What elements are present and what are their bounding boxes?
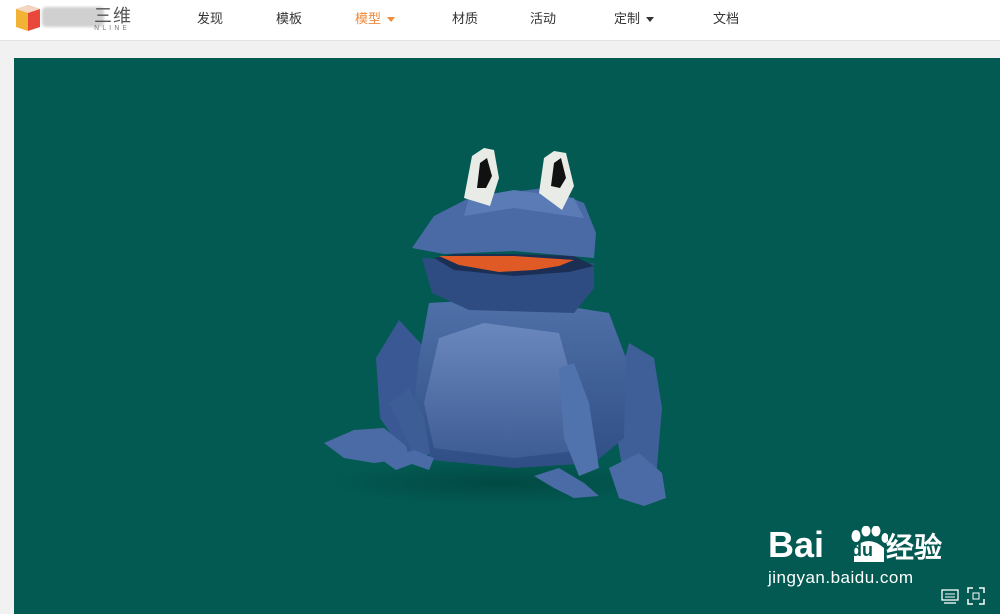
- chevron-down-icon: [387, 17, 396, 22]
- nav-item-materials[interactable]: 材质: [452, 8, 478, 27]
- nav-label: 材质: [452, 12, 479, 27]
- top-navigation-bar: 三维 NLINE 发现 模板 模型 材质 活动 定制 文档: [0, 0, 1000, 41]
- baidu-jingyan-watermark: Bai du 经验 jingyan.baidu.com: [768, 506, 948, 592]
- nav-label: 活动: [530, 12, 557, 27]
- site-logo[interactable]: 三维 NLINE: [12, 3, 142, 33]
- watermark-url: jingyan.baidu.com: [768, 568, 914, 587]
- watermark-brand-jingyan: 经验: [886, 531, 943, 564]
- nav-item-custom[interactable]: 定制: [614, 8, 655, 27]
- fullscreen-icon[interactable]: [966, 586, 986, 606]
- nav-item-events[interactable]: 活动: [530, 8, 556, 27]
- nav-label: 模型: [355, 12, 382, 27]
- nav-label: 发现: [197, 12, 224, 27]
- nav-label: 定制: [614, 12, 641, 27]
- nav-item-docs[interactable]: 文档: [713, 8, 739, 27]
- logo-subtext: NLINE: [94, 24, 130, 32]
- nav-label: 文档: [713, 12, 740, 27]
- nav-item-models[interactable]: 模型: [355, 8, 396, 27]
- chevron-down-icon: [646, 17, 655, 22]
- logo-mark-icon: [16, 5, 40, 31]
- nav-item-templates[interactable]: 模板: [276, 8, 302, 27]
- watermark-brand-bai: Bai: [768, 524, 825, 565]
- watermark-brand-du: du: [851, 540, 873, 560]
- nav-item-discover[interactable]: 发现: [197, 8, 223, 27]
- nav-label: 模板: [276, 12, 303, 27]
